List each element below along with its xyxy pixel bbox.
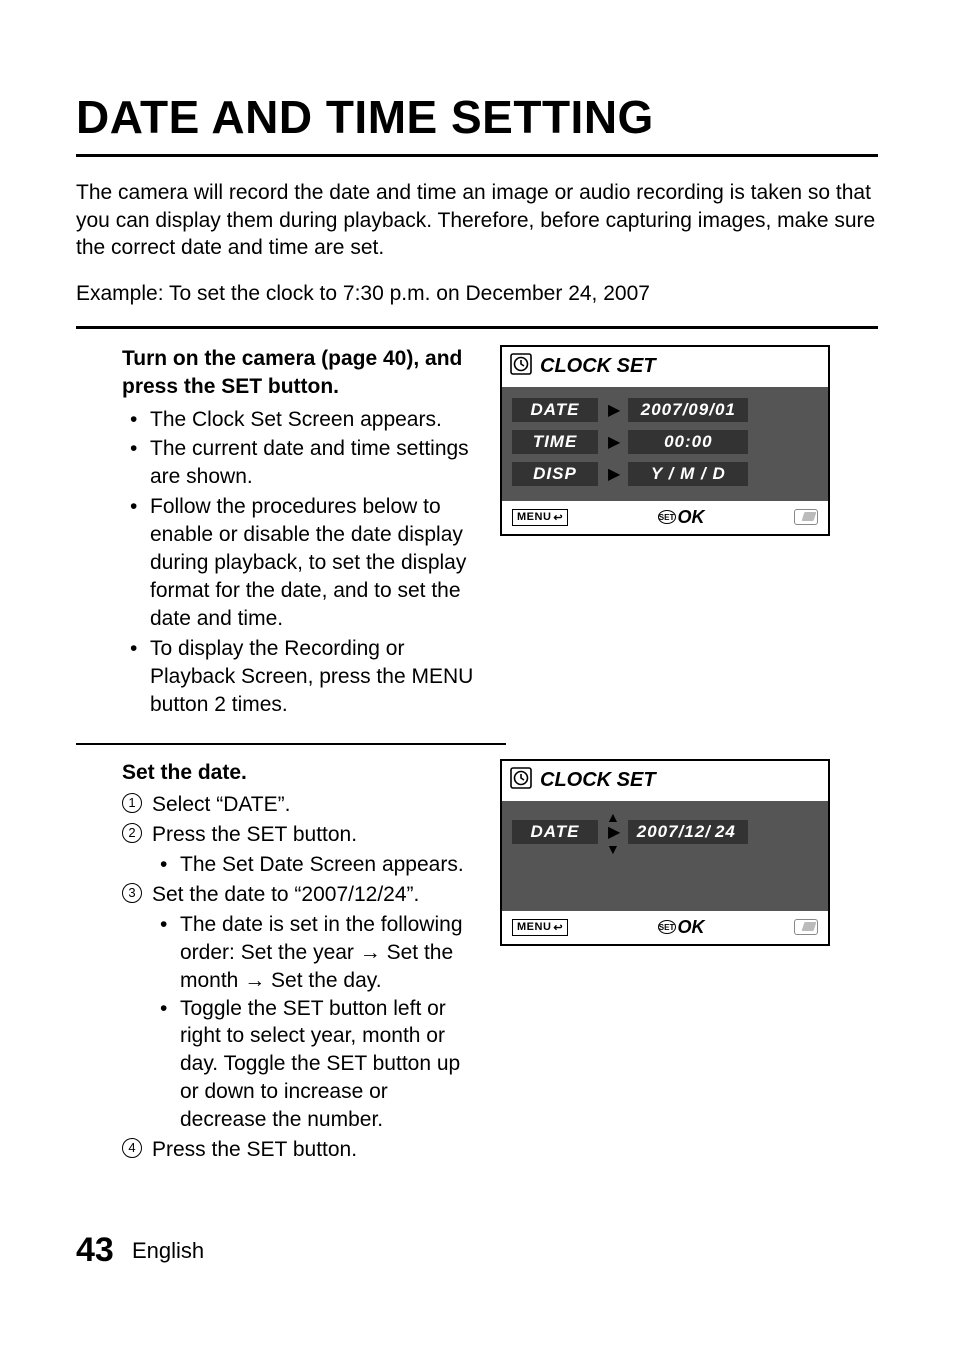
lcd-disp-label: DISP	[512, 462, 598, 486]
lcd-date-value: 2007/09/01	[628, 398, 748, 422]
triangle-up-icon: ▲	[606, 809, 620, 825]
lcd-title-text: CLOCK SET	[540, 355, 656, 378]
clock-icon	[510, 353, 532, 381]
step-divider	[76, 743, 506, 745]
step2-list: 1Select “DATE”. 2Press the SET button. T…	[122, 791, 476, 1164]
list-item: Follow the procedures below to enable or…	[122, 493, 476, 633]
step1-title: Turn on the camera (page 40), and press …	[122, 345, 476, 402]
clock-icon	[510, 767, 532, 795]
list-item: 4Press the SET button.	[122, 1136, 476, 1164]
lcd-disp-value: Y / M / D	[628, 462, 748, 486]
menu-back-icon: MENU↩	[512, 919, 568, 936]
list-item: The date is set in the following order: …	[152, 911, 476, 995]
list-item: 3Set the date to “2007/12/24”. The date …	[122, 881, 476, 1134]
page-footer: 43 English	[76, 1231, 204, 1270]
list-item: Toggle the SET button left or right to s…	[152, 995, 476, 1135]
menu-back-icon: MENU↩	[512, 509, 568, 526]
list-item: The current date and time settings are s…	[122, 435, 476, 491]
lcd-time-label: TIME	[512, 430, 598, 454]
language-label: English	[132, 1238, 204, 1263]
set-ok-label: SETOK	[658, 507, 705, 528]
triangle-down-icon: ▼	[606, 841, 620, 857]
step2-title: Set the date.	[122, 759, 476, 787]
list-item: The Set Date Screen appears.	[152, 851, 476, 879]
intro-paragraph-1: The camera will record the date and time…	[76, 179, 878, 262]
list-item: 1Select “DATE”.	[122, 791, 476, 819]
page-title: DATE AND TIME SETTING	[76, 90, 878, 144]
list-item: The Clock Set Screen appears.	[122, 406, 476, 434]
page-number: 43	[76, 1231, 114, 1269]
triangle-right-icon: ▶	[608, 822, 620, 842]
step1-bullets: The Clock Set Screen appears. The curren…	[122, 406, 476, 719]
lcd-date-value: 2007/12/24	[628, 820, 748, 844]
intro-paragraph-2: Example: To set the clock to 7:30 p.m. o…	[76, 280, 878, 308]
lcd-date-selected-day: 24	[711, 822, 740, 841]
card-icon	[794, 919, 818, 935]
lcd-date-label: DATE	[512, 398, 598, 422]
list-item: To display the Recording or Playback Scr…	[122, 635, 476, 719]
section-rule	[76, 326, 878, 329]
lcd-time-value: 00:00	[628, 430, 748, 454]
triangle-right-icon: ▶	[608, 400, 620, 420]
triangle-right-icon: ▶	[608, 432, 620, 452]
lcd-screen-clock-set: CLOCK SET DATE ▶ 2007/09/01 TIME ▶ 00:00…	[500, 345, 830, 536]
lcd-date-label: DATE	[512, 820, 598, 844]
set-ok-label: SETOK	[658, 917, 705, 938]
triangle-right-icon: ▶	[608, 464, 620, 484]
lcd-screen-set-date: CLOCK SET DATE ▶ 2007/12/24 ▲ ▼ MENU↩ SE…	[500, 759, 830, 946]
lcd-title-text: CLOCK SET	[540, 769, 656, 792]
card-icon	[794, 509, 818, 525]
list-item: 2Press the SET button. The Set Date Scre…	[122, 821, 476, 879]
title-rule	[76, 154, 878, 157]
